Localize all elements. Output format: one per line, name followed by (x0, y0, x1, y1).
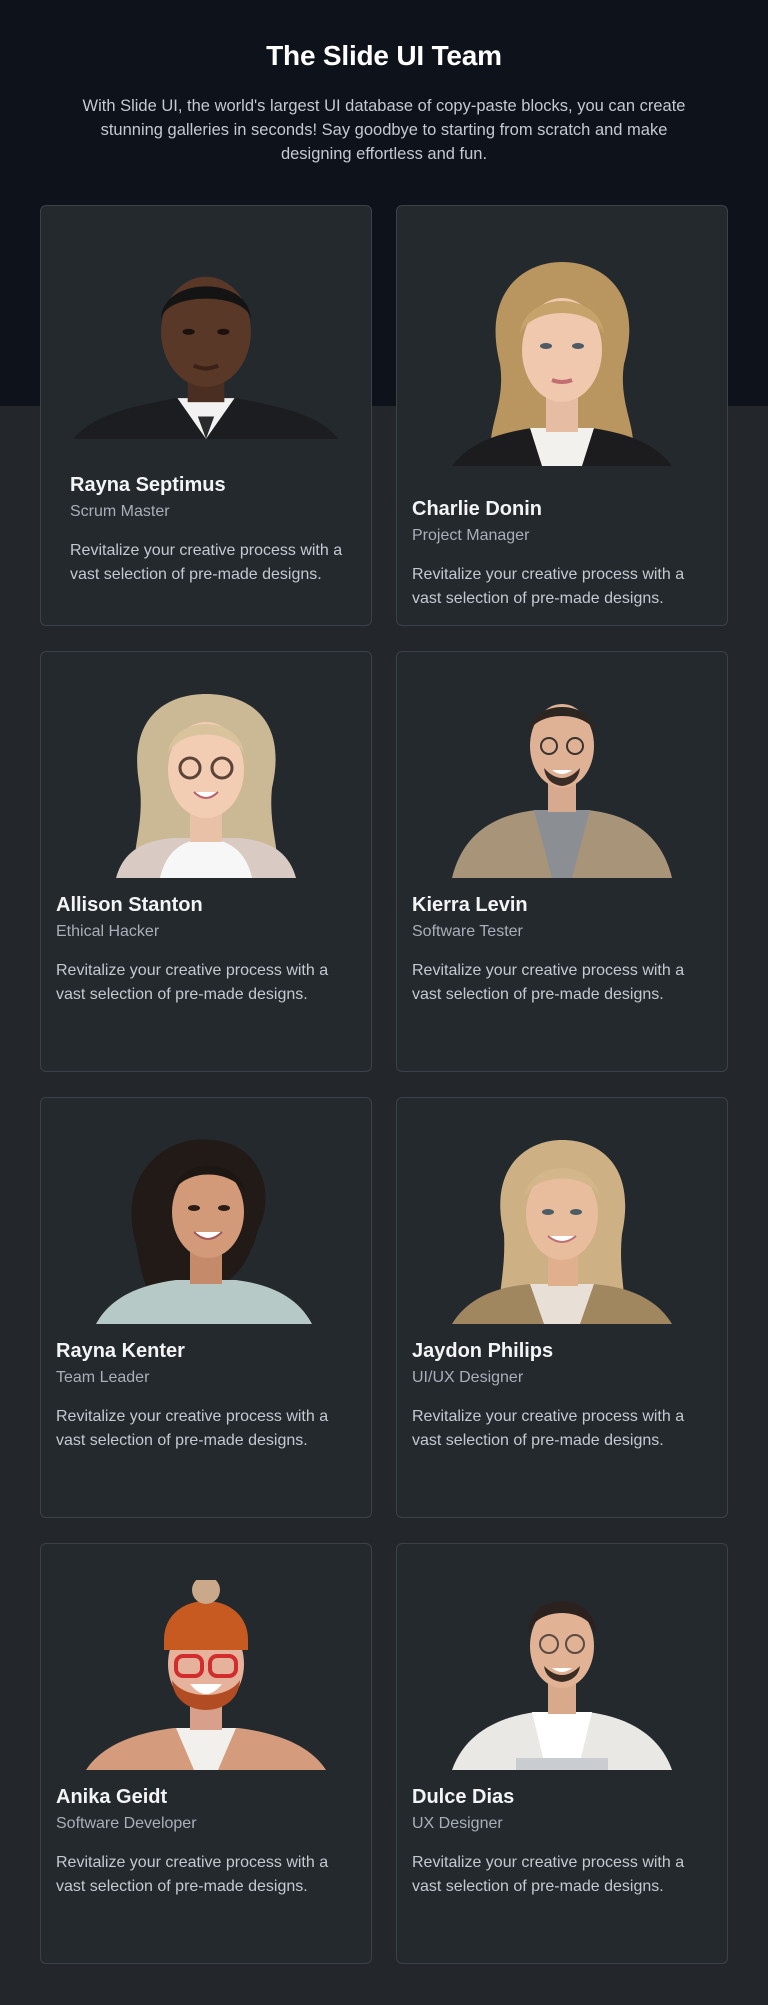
member-name: Anika Geidt (56, 1786, 168, 1808)
portrait-woman-glasses (53, 688, 359, 878)
member-name: Rayna Kenter (56, 1340, 185, 1362)
member-description: Revitalize your creative process with a … (412, 962, 685, 1003)
portrait-man-beanie (53, 1580, 359, 1770)
team-grid: Rayna Septimus Scrum Master Revitalize y… (40, 205, 728, 1964)
member-name: Jaydon Philips (412, 1340, 554, 1362)
member-role: UI/UX Designer (412, 1369, 524, 1386)
member-description: Revitalize your creative process with a … (70, 542, 343, 583)
team-card: Kierra Levin Software Tester Revitalize … (396, 651, 728, 1072)
member-role: Team Leader (56, 1369, 150, 1386)
member-role: UX Designer (412, 1815, 503, 1832)
page-subtitle: With Slide UI, the world's largest UI da… (82, 97, 686, 163)
member-name: Dulce Dias (412, 1786, 515, 1808)
member-role: Software Tester (412, 923, 523, 940)
portrait-woman-blazer (409, 254, 715, 466)
page-title: The Slide UI Team (266, 40, 502, 71)
portrait-man-jacket (409, 688, 715, 878)
portrait-woman-curly (53, 1134, 359, 1324)
member-role: Ethical Hacker (56, 923, 160, 940)
member-description: Revitalize your creative process with a … (56, 1408, 329, 1449)
member-name: Charlie Donin (412, 498, 543, 520)
team-card: Charlie Donin Project Manager Revitalize… (396, 205, 728, 626)
member-name: Kierra Levin (412, 894, 528, 916)
member-name: Allison Stanton (56, 894, 203, 916)
member-role: Software Developer (56, 1815, 197, 1832)
team-card: Rayna Kenter Team Leader Revitalize your… (40, 1097, 372, 1518)
member-description: Revitalize your creative process with a … (412, 566, 685, 607)
team-card: Allison Stanton Ethical Hacker Revitaliz… (40, 651, 372, 1072)
member-description: Revitalize your creative process with a … (412, 1408, 685, 1449)
team-card: Jaydon Philips UI/UX Designer Revitalize… (396, 1097, 728, 1518)
member-role: Project Manager (412, 527, 530, 544)
member-description: Revitalize your creative process with a … (412, 1854, 685, 1895)
team-card: Anika Geidt Software Developer Revitaliz… (40, 1543, 372, 1964)
member-description: Revitalize your creative process with a … (56, 1854, 329, 1895)
member-role: Scrum Master (70, 503, 170, 520)
portrait-man-glasses (409, 1580, 715, 1770)
portrait-woman-blonde (409, 1134, 715, 1324)
team-card: Dulce Dias UX Designer Revitalize your c… (396, 1543, 728, 1964)
team-card: Rayna Septimus Scrum Master Revitalize y… (40, 205, 372, 626)
member-name: Rayna Septimus (70, 474, 226, 496)
portrait-man-suit (53, 242, 359, 442)
member-description: Revitalize your creative process with a … (56, 962, 329, 1003)
